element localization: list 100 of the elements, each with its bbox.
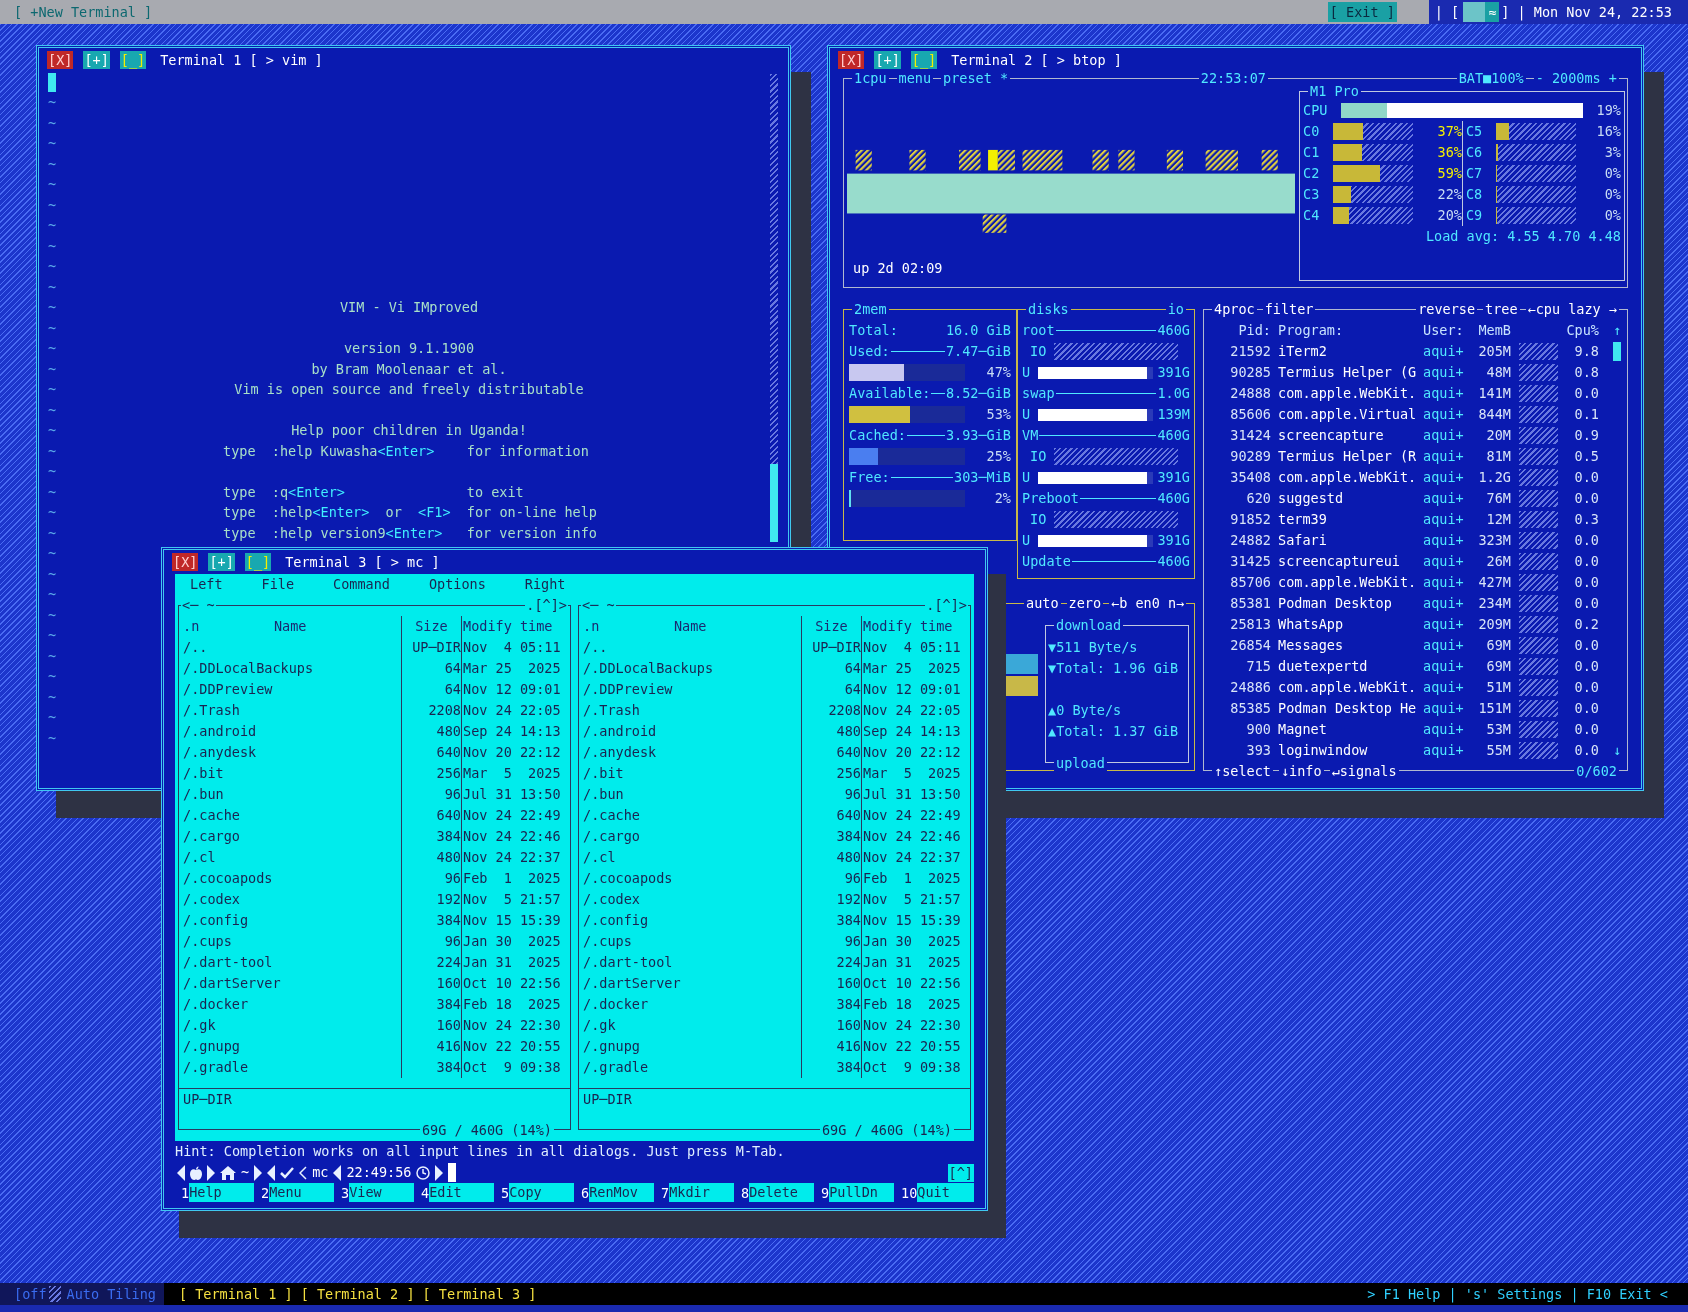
memory-value: 303─MiB	[954, 468, 1011, 487]
file-size: 64	[844, 659, 861, 678]
file-name: /.bit	[583, 765, 624, 781]
core-percent: 0%	[1604, 164, 1621, 183]
tilde-marker: ~	[48, 482, 57, 502]
file-size: 384	[436, 827, 461, 846]
taskbar-tab[interactable]: [ Terminal 2 ]	[300, 1284, 415, 1304]
core-label: C3	[1303, 185, 1321, 204]
menu-item[interactable]: Right	[524, 574, 566, 595]
help-text: > F1 Help | 's' Settings | F10 Exit <	[1367, 1284, 1668, 1305]
tilde-marker: ~	[48, 154, 57, 174]
file-size: 384	[836, 827, 861, 846]
right-separator-icon	[254, 1164, 263, 1181]
cpu-cell-text: 0.9	[1573, 426, 1599, 445]
memory-percent: 25%	[986, 447, 1011, 466]
cpu-history-bar	[1092, 149, 1109, 171]
tilde-marker: ~	[48, 503, 57, 523]
tilde-marker: ~	[48, 380, 57, 400]
core-label: C2	[1303, 164, 1321, 183]
file-date: Feb 1 2025	[863, 870, 961, 886]
memory-cell-text: 48M	[1485, 363, 1511, 382]
memory-graph	[1519, 616, 1558, 633]
user-cell-text: aqui+	[1423, 426, 1465, 445]
file-name: /.bun	[583, 786, 624, 802]
tiling-label: Auto Tiling	[66, 1284, 156, 1304]
exit-button[interactable]: [ Exit ]	[1327, 2, 1397, 22]
disk-used: 391G	[1157, 468, 1190, 487]
tilde-marker: ~	[48, 134, 57, 154]
file-date: Nov 12 09:01	[863, 681, 961, 697]
close-button[interactable]: [X]	[47, 51, 74, 69]
file-date: Mar 5 2025	[863, 765, 961, 781]
file-size: 96	[444, 785, 461, 804]
program-cell-text: loginwindow	[1278, 741, 1369, 760]
memory-cell-text: 26M	[1485, 552, 1511, 571]
file-name: /.Trash	[583, 702, 640, 718]
disk-used: 139M	[1157, 405, 1190, 424]
file-name: /.gk	[583, 1017, 616, 1033]
scrollbar[interactable]	[770, 74, 778, 542]
file-date: Oct 9 09:38	[463, 1059, 561, 1075]
program-cell-text: Podman Desktop	[1278, 594, 1393, 613]
pid-cell-text: 21592	[1229, 342, 1271, 361]
right-separator-icon	[207, 1164, 215, 1181]
cpu-cell-text: 0.5	[1573, 447, 1599, 466]
file-name: /.config	[583, 912, 649, 928]
file-date: Nov 22 20:55	[463, 1038, 561, 1054]
file-size: UP─DIR	[812, 638, 861, 657]
clock-text: ] | Mon Nov 24, 22:53	[1501, 2, 1672, 23]
splash-line: type :help Kuwasha<Enter> for information	[223, 442, 589, 459]
cpu-history-bar	[1205, 149, 1238, 171]
menu-item[interactable]: Command	[333, 574, 390, 595]
file-name: /.cargo	[583, 828, 640, 844]
tilde-marker: ~	[48, 339, 57, 359]
pid-cell-text: 393	[1245, 741, 1271, 760]
memory-value: 8.52─GiB	[945, 384, 1011, 403]
menu-item[interactable]: Options	[428, 574, 486, 595]
file-size: 480	[436, 722, 461, 741]
tilde-marker: ~	[48, 359, 57, 379]
close-button[interactable]: [X]	[838, 51, 865, 69]
splash-line: type :help<Enter> or <F1> for on-line help	[223, 504, 597, 521]
file-name: /.gnupg	[583, 1038, 640, 1054]
memory-cell-text: 209M	[1477, 615, 1511, 634]
usage-label: U	[1022, 405, 1032, 424]
file-name: /.docker	[583, 996, 649, 1012]
pid-cell-text: 91852	[1229, 510, 1271, 529]
user-cell-text: aqui+	[1423, 657, 1465, 676]
column-header: Program:	[1278, 321, 1345, 340]
user-cell-text: aqui+	[1423, 678, 1465, 697]
tilde-marker: ~	[48, 523, 57, 543]
file-size: 2208	[828, 701, 861, 720]
file-size: 64	[444, 659, 461, 678]
user-cell-text: aqui+	[1423, 636, 1465, 655]
menu-item[interactable]: Left	[190, 574, 223, 595]
file-date: Oct 10 22:56	[463, 975, 561, 991]
window-title: Terminal 1 [ > vim ]	[160, 51, 323, 69]
menu-item[interactable]: File	[261, 574, 295, 595]
memory-graph	[1519, 700, 1558, 717]
file-name: /.anydesk	[183, 744, 257, 760]
core-percent: 3%	[1604, 143, 1621, 162]
tilde-marker: ~	[48, 195, 57, 215]
file-date: Nov 4 05:11	[463, 639, 561, 655]
memory-graph	[1519, 427, 1558, 444]
taskbar-tab[interactable]: [ Terminal 3 ]	[422, 1284, 537, 1304]
file-name: /.docker	[183, 996, 249, 1012]
pid-cell-text: 85381	[1229, 594, 1271, 613]
taskbar-tab[interactable]: [ Terminal 1 ]	[178, 1284, 293, 1304]
file-date: Mar 5 2025	[463, 765, 561, 781]
file-size: 384	[436, 995, 461, 1014]
core-percent: 22%	[1437, 185, 1462, 204]
scrollbar-thumb[interactable]	[770, 464, 778, 542]
status-block	[1463, 2, 1486, 22]
memory-cell-text: 844M	[1477, 405, 1511, 424]
close-button[interactable]: [X]	[172, 553, 199, 571]
memory-cell-text: 12M	[1485, 510, 1511, 529]
cpu-cell-text: 0.0	[1573, 552, 1599, 571]
upload-rate: ▲Total: 1.37 GiB	[1048, 723, 1179, 739]
cpu-history-bar	[982, 214, 1007, 233]
user-cell-text: aqui+	[1423, 594, 1465, 613]
scrollbar-thumb[interactable]	[1613, 342, 1621, 361]
cpu-cell-text: 0.0	[1573, 594, 1599, 613]
splash-line: type :help version9<Enter> for version info	[223, 524, 597, 541]
